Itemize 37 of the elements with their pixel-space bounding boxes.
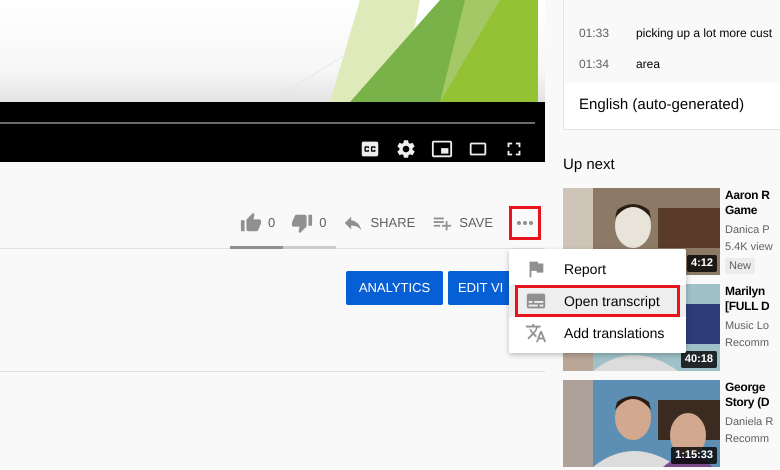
video-meta: Danica P: [725, 222, 771, 238]
timestamp: 01:34: [579, 56, 610, 72]
thumbs-up-icon: [240, 212, 262, 234]
duration-badge: 4:12: [686, 255, 717, 272]
miniplayer-icon[interactable]: [431, 138, 453, 160]
transcript-line[interactable]: 01:33 picking up a lot more cust: [564, 17, 780, 48]
more-icon: [517, 221, 533, 225]
timestamp: 01:33: [579, 24, 610, 42]
duration-badge: 40:18: [680, 351, 717, 368]
translate-icon: [525, 322, 547, 344]
caption-text: picking up a lot more cust: [636, 24, 772, 42]
share-button[interactable]: SHARE: [334, 205, 424, 241]
video-title[interactable]: George: [725, 380, 774, 394]
new-badge: New: [725, 258, 756, 274]
video-meta: Recomm: [725, 336, 770, 350]
more-options-button[interactable]: [509, 206, 541, 240]
video-meta: Recomm: [725, 432, 770, 446]
like-button[interactable]: 0: [232, 205, 284, 241]
transcript-line[interactable]: 01:34 area: [564, 48, 780, 79]
dislike-button[interactable]: 0: [283, 205, 334, 241]
save-button[interactable]: SAVE: [423, 205, 501, 241]
thumbs-down-icon: [291, 212, 314, 234]
video-title[interactable]: Aaron R: [725, 188, 773, 202]
menu-item[interactable]: Add translations: [515, 317, 680, 349]
section-heading: Up next: [563, 155, 616, 175]
video-title[interactable]: [FULL D: [725, 298, 770, 314]
video-title[interactable]: Story (D: [725, 394, 774, 410]
caption-text: area: [636, 56, 660, 72]
settings-icon[interactable]: [395, 138, 417, 160]
duration-badge: 1:15:33: [671, 447, 717, 464]
language-selector[interactable]: English (auto-generated): [579, 94, 744, 117]
video-title[interactable]: Game: [725, 202, 773, 218]
analytics-button[interactable]: ANALYTICS: [346, 271, 443, 305]
video-meta: Daniela R: [725, 414, 774, 430]
video-title[interactable]: Marilyn: [725, 284, 770, 298]
video-meta: 5.4K view: [725, 240, 773, 254]
video-meta: Music Lo: [725, 318, 770, 334]
